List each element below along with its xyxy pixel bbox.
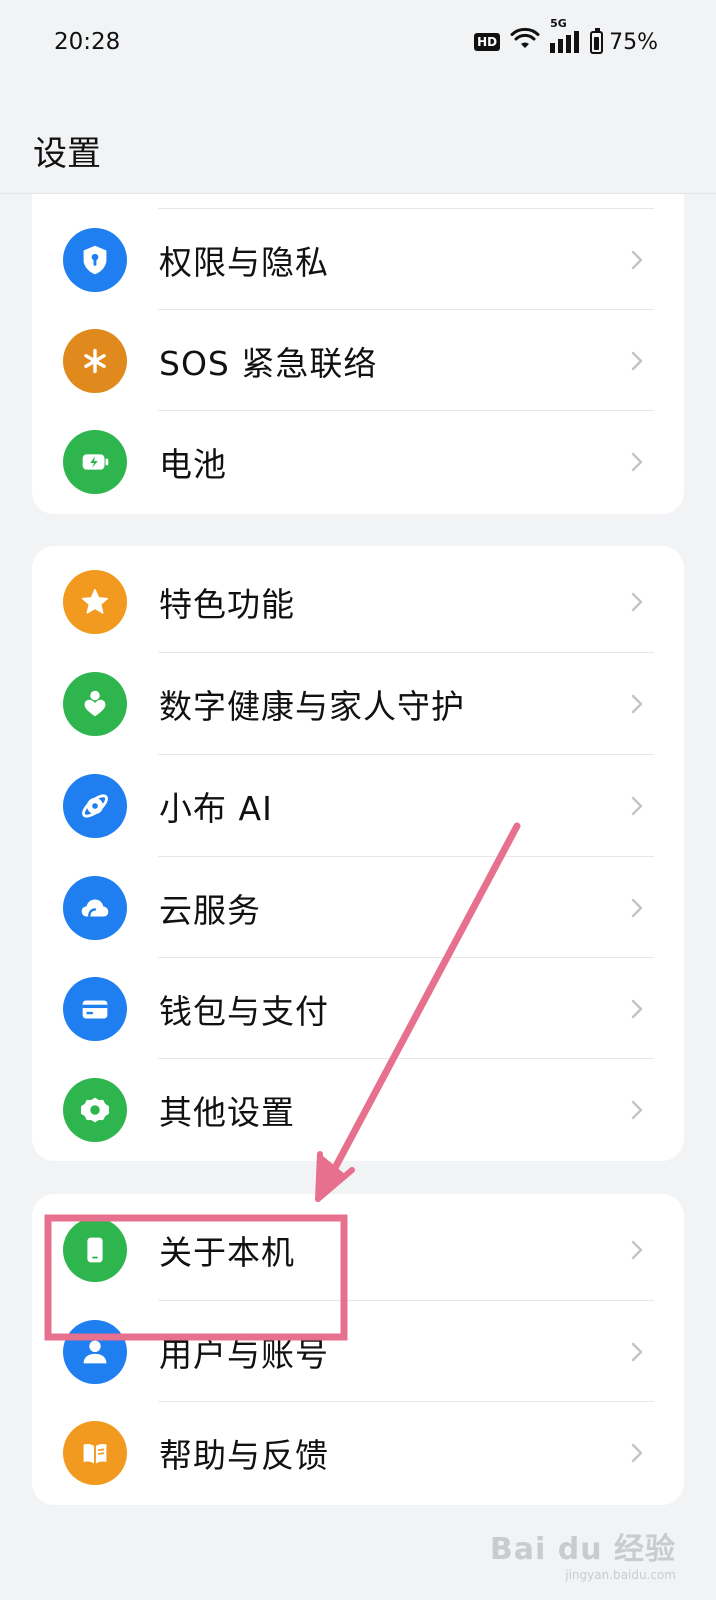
watermark-logo: Bai du 经验 [489, 1532, 676, 1567]
person-heart-icon [63, 671, 127, 736]
settings-group-1: 权限与隐私 SOS 紧急联络 电池 [32, 194, 684, 514]
settings-item-label: 权限与隐私 [159, 242, 329, 282]
settings-item-privacy[interactable]: 权限与隐私 [32, 208, 684, 311]
phone-icon [63, 1217, 127, 1282]
cellular-signal-icon: 5G [550, 17, 580, 53]
status-icons: HD 5G 75% [474, 17, 658, 57]
settings-item-label: 帮助与反馈 [159, 1435, 329, 1475]
page-header: 设置 [0, 84, 716, 194]
settings-item-label: SOS 紧急联络 [159, 343, 378, 383]
settings-item-label: 特色功能 [159, 584, 295, 624]
settings-item-label: 数字健康与家人守护 [159, 686, 465, 726]
status-time: 20:28 [54, 29, 121, 55]
settings-item-battery[interactable]: 电池 [32, 410, 684, 513]
settings-item-wallet[interactable]: 钱包与支付 [32, 957, 684, 1060]
book-icon [63, 1420, 127, 1485]
settings-item-label: 关于本机 [159, 1232, 295, 1272]
settings-group-3: 关于本机 用户与账号 帮助与反馈 [32, 1194, 684, 1505]
shield-keyhole-icon [63, 227, 127, 292]
chevron-right-icon [626, 1099, 648, 1121]
chevron-right-icon [626, 249, 648, 271]
wifi-icon [510, 27, 540, 57]
chevron-right-icon [626, 1239, 648, 1261]
star-icon [63, 569, 127, 634]
orbit-icon [63, 773, 127, 838]
settings-item-digital-wellbeing[interactable]: 数字健康与家人守护 [32, 652, 684, 755]
chevron-right-icon [626, 350, 648, 372]
hd-badge: HD [474, 33, 501, 51]
settings-item-breeno-ai[interactable]: 小布 AI [32, 754, 684, 857]
settings-group-2: 特色功能 数字健康与家人守护 小布 AI 云服务 钱包与支付 其他设置 [32, 546, 684, 1161]
network-type: 5G [550, 17, 567, 30]
chevron-right-icon [626, 451, 648, 473]
watermark: Bai du 经验 jingyan.baidu.com [490, 1524, 676, 1582]
settings-item-label: 小布 AI [159, 788, 273, 828]
chevron-right-icon [626, 1341, 648, 1363]
chevron-right-icon [626, 897, 648, 919]
chevron-right-icon [626, 1442, 648, 1464]
settings-item-label: 云服务 [159, 890, 261, 930]
settings-item-about-phone[interactable]: 关于本机 [32, 1198, 684, 1301]
settings-item-label: 电池 [159, 444, 227, 484]
settings-item-users-accounts[interactable]: 用户与账号 [32, 1300, 684, 1403]
chevron-right-icon [626, 998, 648, 1020]
watermark-url: jingyan.baidu.com [565, 1568, 676, 1582]
battery-icon [590, 27, 604, 54]
cloud-icon [63, 875, 127, 940]
settings-item-sos[interactable]: SOS 紧急联络 [32, 309, 684, 412]
chevron-right-icon [626, 795, 648, 817]
chevron-right-icon [626, 693, 648, 715]
page-title: 设置 [33, 134, 101, 174]
user-icon [63, 1319, 127, 1384]
settings-item-label: 其他设置 [159, 1092, 295, 1132]
settings-item-label: 钱包与支付 [159, 991, 329, 1031]
card-icon [63, 976, 127, 1041]
chevron-right-icon [626, 591, 648, 613]
settings-item-cloud[interactable]: 云服务 [32, 856, 684, 959]
settings-item-other[interactable]: 其他设置 [32, 1058, 684, 1161]
battery-charging-icon [63, 429, 127, 494]
settings-item-help-feedback[interactable]: 帮助与反馈 [32, 1401, 684, 1504]
asterisk-icon [63, 328, 127, 393]
settings-item-features[interactable]: 特色功能 [32, 550, 684, 653]
settings-item-label: 用户与账号 [159, 1334, 329, 1374]
gear-icon [63, 1077, 127, 1142]
status-bar: 20:28 HD 5G 75% [0, 0, 716, 84]
battery-level: 75% [609, 29, 658, 55]
